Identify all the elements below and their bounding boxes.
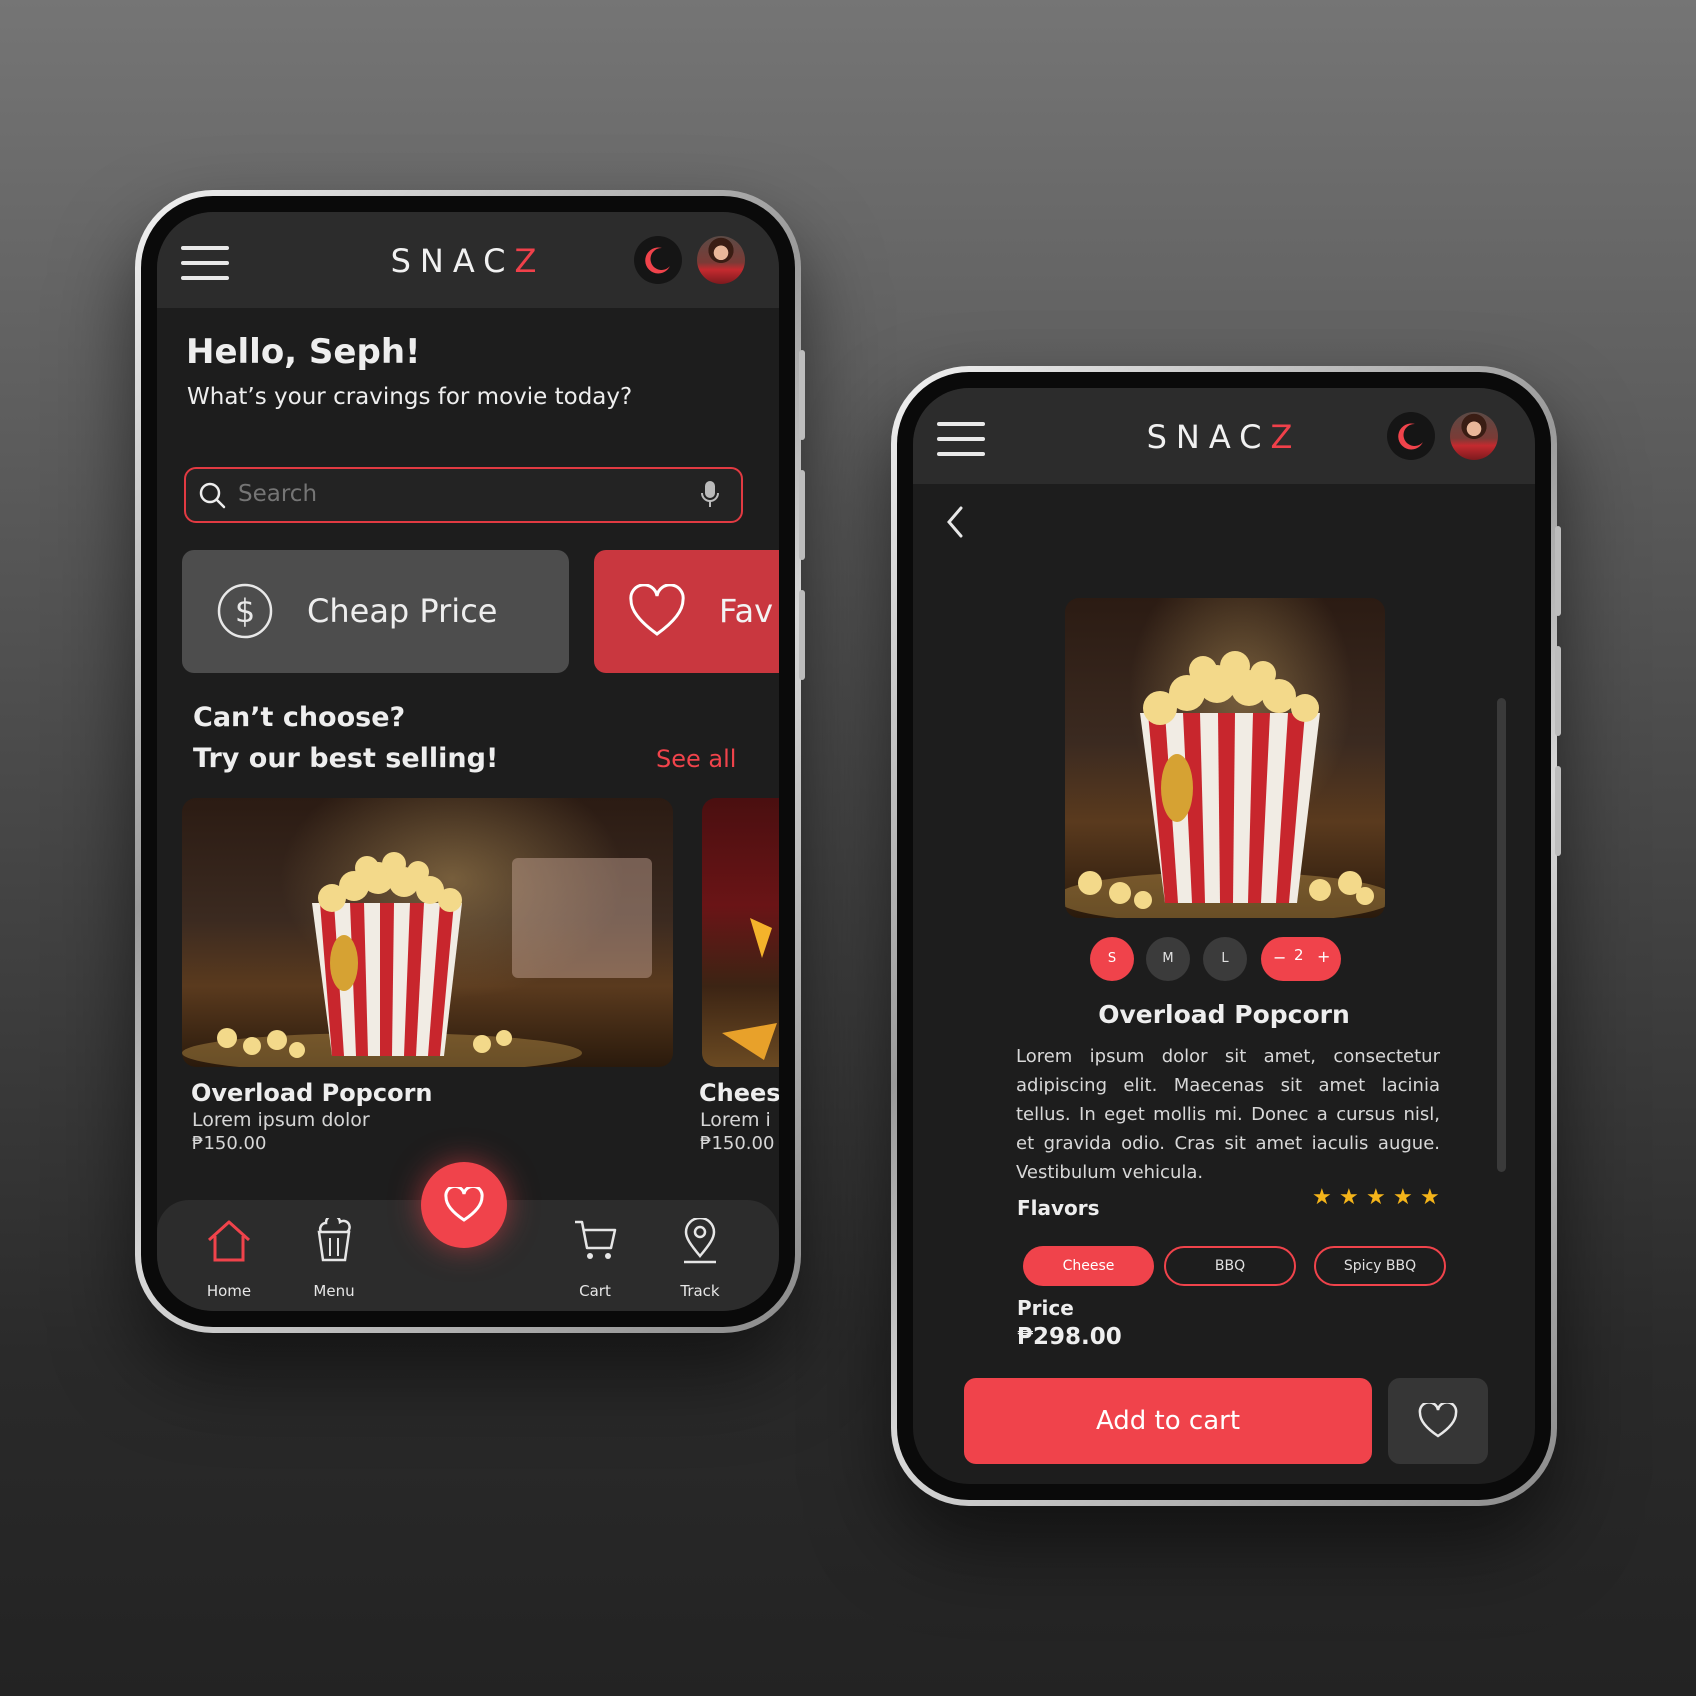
app-bar: SNACZ — [913, 388, 1535, 484]
quantity-stepper: − 2 + — [1261, 937, 1341, 981]
quick-filter-favorites[interactable]: Fav — [594, 550, 779, 673]
section-heading-line2: Try our best selling! — [193, 743, 499, 774]
product-price: ₱150.00 — [192, 1133, 267, 1154]
star-icon: ★ — [1393, 1185, 1413, 1210]
cart-icon — [575, 1220, 617, 1259]
side-button — [1555, 646, 1561, 736]
dollar-icon: $ — [217, 583, 273, 639]
scrollbar[interactable] — [1497, 698, 1506, 1172]
nav-label: Track — [680, 1282, 720, 1300]
price-label: Price — [1017, 1296, 1074, 1320]
flavor-chip-spicy-bbq[interactable]: Spicy BBQ — [1314, 1246, 1446, 1286]
detail-phone-frame: SNACZ S M L − 2 + Overload Popcorn Lorem… — [891, 366, 1561, 1506]
moon-icon — [645, 247, 670, 274]
size-button-s[interactable]: S — [1090, 937, 1134, 981]
quick-filter-label: Fav — [719, 592, 774, 630]
heart-icon — [444, 1187, 484, 1222]
nav-label: Cart — [579, 1282, 611, 1300]
star-icon: ★ — [1420, 1185, 1440, 1210]
side-button — [799, 350, 805, 440]
back-arrow-icon[interactable] — [943, 504, 967, 540]
product-title: Overload Popcorn — [1098, 1000, 1350, 1029]
star-icon: ★ — [1366, 1185, 1386, 1210]
side-button — [799, 470, 805, 560]
search-input[interactable] — [236, 477, 660, 511]
location-pin-icon — [684, 1218, 716, 1264]
nav-label: Menu — [313, 1282, 355, 1300]
product-price: ₱150.00 — [700, 1133, 775, 1154]
heart-icon — [629, 584, 685, 636]
home-phone-frame: SNACZ Hello, Seph! What’s your cravings … — [135, 190, 805, 1333]
star-icon: ★ — [1339, 1185, 1359, 1210]
favorites-fab[interactable] — [421, 1162, 507, 1248]
product-description: Lorem ipsum dolor — [192, 1109, 370, 1131]
side-button — [1555, 766, 1561, 856]
nav-label: Home — [206, 1282, 252, 1300]
product-hero-image — [1065, 598, 1385, 918]
product-description: Lorem ipsum dolor sit amet, consectetur … — [1016, 1046, 1440, 1183]
home-screen: SNACZ Hello, Seph! What’s your cravings … — [157, 212, 779, 1311]
star-icon: ★ — [1312, 1185, 1332, 1210]
app-logo: SNACZ — [390, 242, 546, 280]
size-button-m[interactable]: M — [1146, 937, 1190, 981]
detail-screen: SNACZ S M L − 2 + Overload Popcorn Lorem… — [913, 388, 1535, 1484]
side-button — [1555, 526, 1561, 616]
quick-filter-cheap-price[interactable]: $ Cheap Price — [182, 550, 569, 673]
increment-button[interactable]: + — [1317, 947, 1330, 966]
popcorn-icon — [317, 1218, 351, 1262]
flavor-chip-cheese[interactable]: Cheese — [1023, 1246, 1154, 1286]
popcorn-illustration — [182, 852, 652, 1067]
microphone-icon[interactable] — [700, 480, 720, 510]
product-description: Lorem i — [700, 1109, 771, 1131]
product-image-cheese[interactable] — [702, 798, 779, 1067]
greeting-subtitle: What’s your cravings for movie today? — [187, 384, 633, 410]
svg-text:$: $ — [235, 592, 255, 630]
search-icon — [199, 482, 226, 509]
price-value: ₱298.00 — [1017, 1324, 1122, 1350]
heart-icon — [1418, 1403, 1458, 1438]
product-name: Overload Popcorn — [191, 1079, 433, 1107]
size-button-l[interactable]: L — [1203, 937, 1247, 981]
avatar[interactable] — [1450, 412, 1498, 460]
dark-mode-toggle[interactable] — [634, 236, 682, 284]
home-icon — [207, 1220, 251, 1262]
flavors-label: Flavors — [1017, 1196, 1100, 1220]
add-to-cart-button[interactable]: Add to cart — [964, 1378, 1372, 1464]
see-all-link[interactable]: See all — [656, 745, 736, 773]
popcorn-illustration — [1065, 651, 1385, 918]
quick-filter-label: Cheap Price — [307, 592, 498, 630]
section-heading-line1: Can’t choose? — [193, 702, 406, 733]
flavor-chip-bbq[interactable]: BBQ — [1164, 1246, 1296, 1286]
app-bar: SNACZ — [157, 212, 779, 308]
decrement-button[interactable]: − — [1273, 948, 1286, 967]
app-logo: SNACZ — [1146, 418, 1302, 456]
dark-mode-toggle[interactable] — [1387, 412, 1435, 460]
favorite-button[interactable] — [1388, 1378, 1488, 1464]
product-image-overload-popcorn[interactable] — [182, 798, 673, 1067]
product-name: Chees — [699, 1079, 779, 1107]
moon-icon — [1398, 423, 1423, 450]
greeting: Hello, Seph! — [186, 332, 421, 372]
search-bar[interactable] — [184, 467, 743, 523]
side-button — [799, 590, 805, 680]
quantity-value: 2 — [1294, 946, 1304, 964]
nachos-illustration — [722, 918, 777, 1060]
avatar[interactable] — [697, 236, 745, 284]
